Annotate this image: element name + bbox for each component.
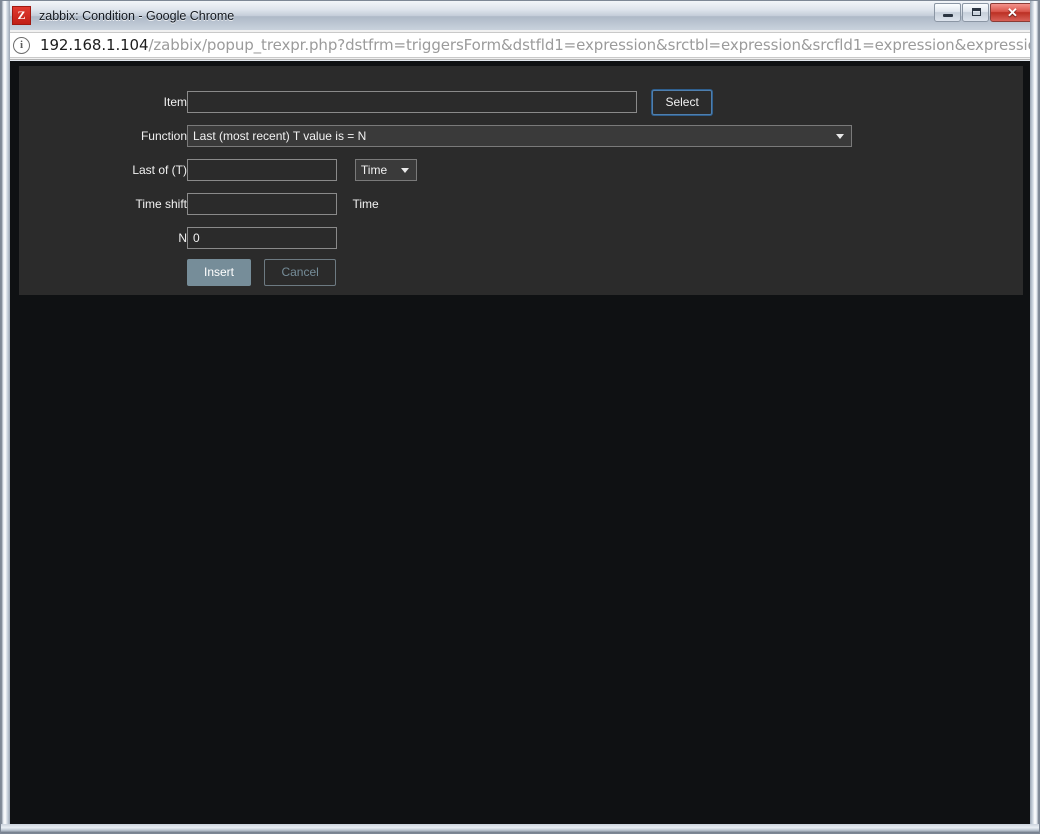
browser-window: Z zabbix: Condition - Google Chrome ✕ i … — [0, 0, 1040, 834]
last-of-t-unit-select[interactable]: Time — [354, 159, 417, 181]
page-info-icon[interactable]: i — [13, 36, 30, 54]
insert-button[interactable]: Insert — [187, 258, 252, 286]
form-row-last-of-t: Last of (T) Time — [19, 153, 852, 187]
form-row-function: Function Last (most recent) T value is =… — [19, 119, 852, 153]
time-shift-input[interactable] — [187, 193, 337, 215]
last-of-t-unit-value: Time — [360, 163, 388, 177]
item-input[interactable] — [187, 91, 637, 114]
select-button[interactable]: Select — [652, 89, 712, 115]
url-path: /zabbix/popup_trexpr.php?dstfrm=triggers… — [148, 36, 1038, 54]
chevron-down-icon — [400, 167, 409, 173]
window-frame-right — [1030, 1, 1039, 833]
window-controls: ✕ — [933, 3, 1035, 22]
last-of-t-input[interactable] — [187, 159, 337, 181]
minimize-button[interactable] — [934, 3, 961, 22]
maximize-button[interactable] — [962, 3, 989, 22]
label-last-of-t: Last of (T) — [132, 163, 187, 177]
form-row-time-shift: Time shift Time — [19, 187, 852, 221]
label-n: N — [178, 231, 187, 245]
condition-form: Item Select Function Last (most recent) … — [19, 85, 852, 289]
minimize-icon — [943, 14, 953, 17]
cancel-button[interactable]: Cancel — [264, 258, 336, 286]
window-title: zabbix: Condition - Google Chrome — [39, 8, 235, 23]
field-item: Select — [187, 85, 852, 119]
url-host: 192.168.1.104 — [40, 36, 149, 54]
address-bar[interactable]: i 192.168.1.104/zabbix/popup_trexpr.php?… — [3, 32, 1039, 58]
form-actions: Insert Cancel — [187, 255, 852, 289]
browser-toolbar: i 192.168.1.104/zabbix/popup_trexpr.php?… — [1, 30, 1039, 60]
label-actions-spacer — [19, 255, 187, 289]
address-bar-url: 192.168.1.104/zabbix/popup_trexpr.php?ds… — [40, 36, 1038, 54]
form-row-actions: Insert Cancel — [19, 255, 852, 289]
page-viewport: Item Select Function Last (most recent) … — [10, 61, 1032, 826]
form-row-n: N — [19, 221, 852, 255]
form-row-item: Item Select — [19, 85, 852, 119]
function-select-value: Last (most recent) T value is = N — [193, 129, 367, 143]
n-input[interactable] — [187, 227, 337, 249]
window-titlebar: Z zabbix: Condition - Google Chrome ✕ — [1, 1, 1039, 31]
close-icon: ✕ — [1007, 5, 1018, 20]
field-function: Last (most recent) T value is = N — [187, 119, 852, 153]
window-frame-left — [1, 1, 10, 833]
chevron-down-icon — [836, 133, 844, 139]
function-select[interactable]: Last (most recent) T value is = N — [187, 125, 852, 147]
field-time-shift: Time — [187, 187, 852, 221]
time-shift-unit-label: Time — [352, 197, 379, 211]
label-time-shift: Time shift — [135, 197, 187, 211]
maximize-icon — [972, 8, 981, 16]
window-frame-bottom — [1, 824, 1039, 833]
zabbix-favicon: Z — [12, 6, 31, 25]
condition-form-panel: Item Select Function Last (most recent) … — [19, 66, 1023, 295]
field-last-of-t: Time — [187, 153, 852, 187]
label-function: Function — [140, 129, 187, 143]
close-button[interactable]: ✕ — [990, 3, 1035, 22]
label-item: Item — [163, 95, 187, 109]
field-n — [187, 221, 852, 255]
